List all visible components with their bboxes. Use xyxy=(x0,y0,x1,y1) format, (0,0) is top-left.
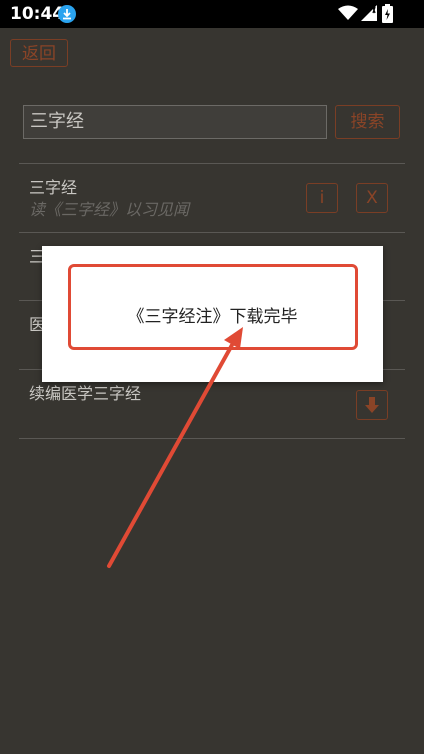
annotation-arrow-icon xyxy=(107,327,243,568)
